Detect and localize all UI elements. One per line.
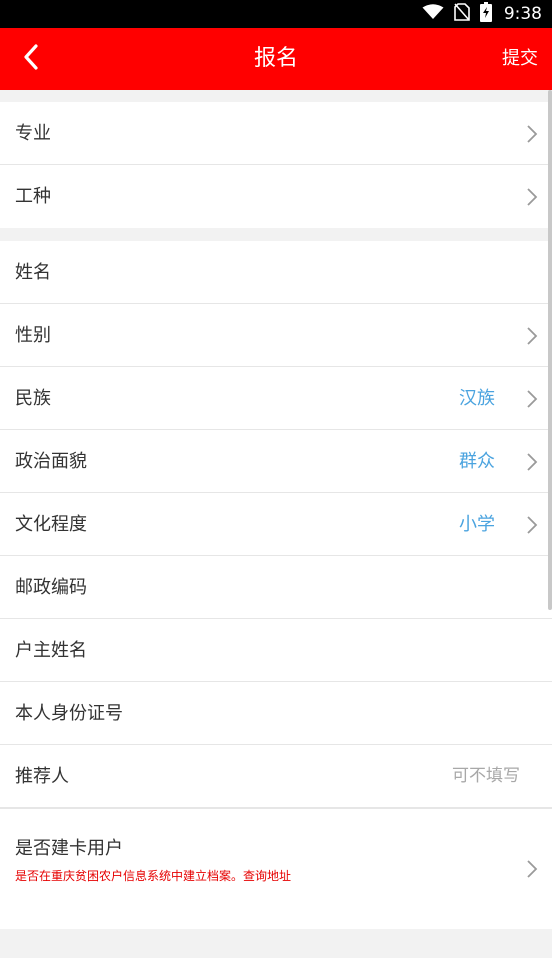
row-gender[interactable]: 性别 <box>0 304 552 367</box>
scrollbar[interactable] <box>548 90 552 610</box>
submit-button[interactable]: 提交 <box>502 28 538 90</box>
row-label: 户主姓名 <box>15 640 87 661</box>
row-label: 工种 <box>15 186 51 207</box>
form-group-personal: 姓名 性别 民族 汉族 政治面貌 群众 文化程度 小学 邮政编码 户主姓名 本人… <box>0 241 552 929</box>
row-political-status[interactable]: 政治面貌 群众 <box>0 430 552 493</box>
battery-icon <box>479 2 492 26</box>
form-group-major: 专业 工种 <box>0 102 552 228</box>
row-label: 政治面貌 <box>15 451 87 472</box>
status-icons: 9:38 <box>422 0 542 28</box>
chevron-right-icon <box>526 124 538 144</box>
page-title: 报名 <box>253 46 298 71</box>
row-label: 民族 <box>15 388 51 409</box>
chevron-right-icon <box>526 187 538 207</box>
chevron-right-icon <box>526 515 538 535</box>
row-card-user[interactable]: 是否建卡用户 是否在重庆贫困农户信息系统中建立档案。查询地址 <box>0 808 552 929</box>
row-name[interactable]: 姓名 <box>0 241 552 304</box>
row-value: 小学 <box>459 514 495 535</box>
row-education[interactable]: 文化程度 小学 <box>0 493 552 556</box>
chevron-right-icon <box>526 452 538 472</box>
row-label: 推荐人 <box>15 766 69 787</box>
row-postal-code[interactable]: 邮政编码 <box>0 556 552 619</box>
card-user-note: 是否在重庆贫困农户信息系统中建立档案。查询地址 <box>15 869 292 883</box>
referrer-placeholder: 可不填写 <box>452 766 520 786</box>
no-sim-icon <box>454 3 470 25</box>
row-value: 群众 <box>459 451 495 472</box>
row-label: 邮政编码 <box>15 577 87 598</box>
row-label: 专业 <box>15 123 51 144</box>
row-value: 汉族 <box>459 388 495 409</box>
chevron-right-icon <box>526 859 538 879</box>
row-label: 文化程度 <box>15 514 87 535</box>
chevron-right-icon <box>526 389 538 409</box>
status-bar: 9:38 <box>0 0 552 28</box>
row-household-head[interactable]: 户主姓名 <box>0 619 552 682</box>
wifi-icon <box>422 4 444 24</box>
row-label: 是否建卡用户 <box>15 838 123 859</box>
app-header: 报名 提交 <box>0 28 552 90</box>
form-content: 专业 工种 姓名 性别 民族 汉族 政治面貌 群众 文化程度 小学 邮政编码 户… <box>0 90 552 958</box>
row-label: 性别 <box>15 325 51 346</box>
row-job-type[interactable]: 工种 <box>0 165 552 228</box>
row-ethnicity[interactable]: 民族 汉族 <box>0 367 552 430</box>
row-label: 姓名 <box>15 262 51 283</box>
row-label: 本人身份证号 <box>15 703 123 724</box>
chevron-right-icon <box>526 326 538 346</box>
status-time: 9:38 <box>503 4 542 24</box>
row-id-number[interactable]: 本人身份证号 <box>0 682 552 745</box>
row-referrer[interactable]: 推荐人 可不填写 <box>0 745 552 808</box>
row-major[interactable]: 专业 <box>0 102 552 165</box>
